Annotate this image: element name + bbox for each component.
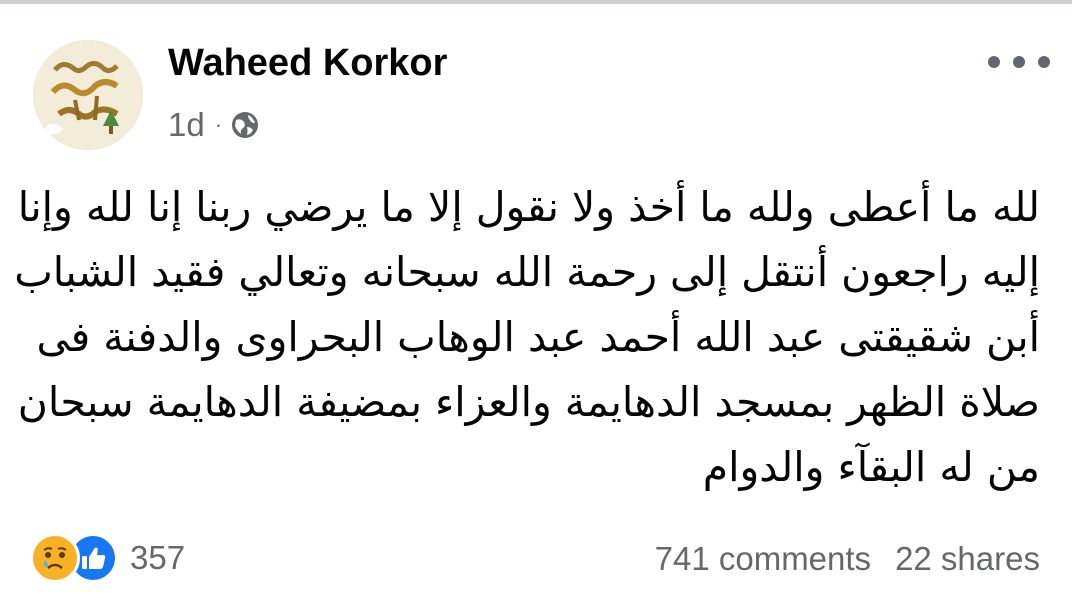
author-avatar[interactable] xyxy=(33,40,143,150)
comments-link[interactable]: 741 comments xyxy=(655,540,871,578)
globe-icon xyxy=(232,112,259,138)
feed-post: Waheed Korkor 1d · لله ما أعطى ولله ما أ… xyxy=(0,0,1072,603)
meta-separator: · xyxy=(214,112,223,137)
ellipsis-dot-icon xyxy=(1038,56,1050,68)
post-meta: 1d · xyxy=(168,104,260,146)
shares-link[interactable]: 22 shares xyxy=(895,540,1040,578)
ellipsis-dot-icon xyxy=(988,56,1000,68)
post-text: لله ما أعطى ولله ما أخذ ولا نقول إلا ما … xyxy=(14,175,1041,500)
sad-reaction-icon xyxy=(30,533,80,583)
post-timestamp[interactable]: 1d xyxy=(168,106,205,144)
post-text-line: أبن شقيقتى عبد الله أحمد عبد الوهاب البح… xyxy=(36,313,1041,361)
ellipsis-dot-icon xyxy=(1013,56,1025,68)
post-text-line: من له البقآء والدوام xyxy=(702,443,1040,491)
post-text-line: صلاة الظهر بمسجد الدهايمة والعزاء بمضيفة… xyxy=(17,378,1040,426)
avatar-calligraphy-icon xyxy=(33,40,143,150)
engagement-stats: 741 comments 22 shares xyxy=(655,534,1040,584)
post-text-line: إليه راجعون أنتقل إلى رحمة الله سبحانه و… xyxy=(14,248,1040,296)
author-name[interactable]: Waheed Korkor xyxy=(168,42,447,85)
reactions-summary[interactable]: 357 xyxy=(30,530,185,586)
more-options-button[interactable] xyxy=(988,50,1050,74)
reaction-count: 357 xyxy=(130,539,186,576)
post-text-line: لله ما أعطى ولله ما أخذ ولا نقول إلا ما … xyxy=(17,183,1040,231)
